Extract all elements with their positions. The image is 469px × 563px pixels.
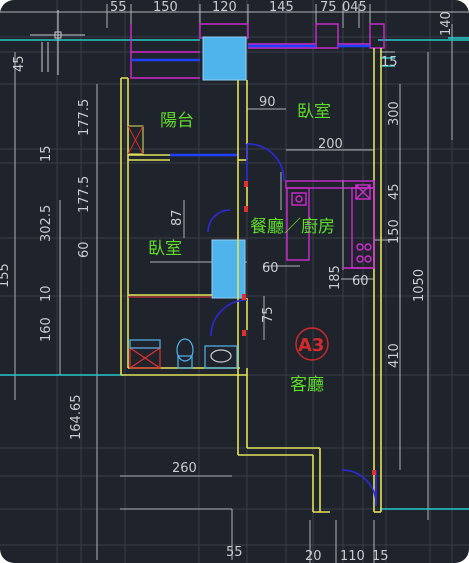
room-label-living: 客廳 (290, 375, 324, 395)
section-badge: A3 (295, 327, 329, 361)
storage-column-middle (211, 239, 246, 299)
dim-left-5: 60 (77, 241, 92, 258)
dim-left-6: 10 (39, 285, 54, 302)
room-label-bedroom-left: 臥室 (148, 239, 182, 259)
dim-center-60a: 60 (262, 261, 279, 276)
cad-drawing-viewport[interactable]: 陽台 臥室 臥室 餐廳／廚房 客廳 A3 55 150 120 145 75 0… (0, 0, 469, 563)
dim-left-45: 45 (12, 55, 27, 72)
dim-bottom-110: 110 (340, 549, 365, 563)
dim-center-45: 45 (387, 183, 402, 200)
dim-bottom-20: 20 (305, 549, 322, 563)
dim-bottom-260: 260 (172, 461, 197, 476)
dim-center-200: 200 (318, 137, 343, 152)
storage-column-top (202, 36, 247, 81)
dim-top-5: 75 (320, 0, 337, 15)
dim-left-3: 177.5 (77, 176, 92, 213)
floor-plan-canvas: 陽台 臥室 臥室 餐廳／廚房 客廳 A3 55 150 120 145 75 0… (0, 0, 469, 563)
dim-top-6: 045 (342, 0, 367, 15)
dim-center-75: 75 (261, 306, 276, 323)
dim-left-9: 164.65 (69, 395, 84, 441)
dim-right-410: 410 (387, 343, 402, 368)
dim-left-8: 160 (39, 317, 54, 342)
dim-center-150: 150 (387, 219, 402, 244)
ucs-icon (30, 10, 85, 75)
dim-left-4: 302.5 (39, 205, 54, 242)
dim-bottom-15: 15 (372, 549, 389, 563)
balcony-cabinet (127, 125, 144, 155)
dim-left-1: 177.5 (77, 99, 92, 136)
dim-top-3: 120 (212, 0, 237, 15)
dim-right-15: 15 (381, 55, 398, 70)
dim-top-right: 140 (439, 11, 454, 36)
dim-center-87: 87 (170, 209, 185, 226)
dim-top-1: 55 (110, 0, 127, 15)
room-label-bedroom-top: 臥室 (297, 102, 331, 122)
dim-center-185: 185 (328, 265, 343, 290)
dim-bottom-55: 55 (226, 545, 243, 560)
room-label-balcony: 陽台 (160, 111, 194, 131)
dim-right-300: 300 (387, 101, 402, 126)
room-label-dining-kitchen: 餐廳／廚房 (250, 216, 335, 237)
dim-top-2: 150 (153, 0, 178, 15)
dim-right-1050: 1050 (412, 269, 427, 302)
dim-center-60b: 60 (352, 274, 369, 289)
dim-left-7: 155 (0, 263, 12, 288)
top-window-strip (130, 23, 385, 79)
dim-left-2: 15 (39, 145, 54, 162)
bathroom-fixtures (129, 338, 238, 369)
section-badge-label: A3 (298, 335, 324, 356)
dim-top-4: 145 (269, 0, 294, 15)
dim-center-90: 90 (259, 95, 276, 110)
